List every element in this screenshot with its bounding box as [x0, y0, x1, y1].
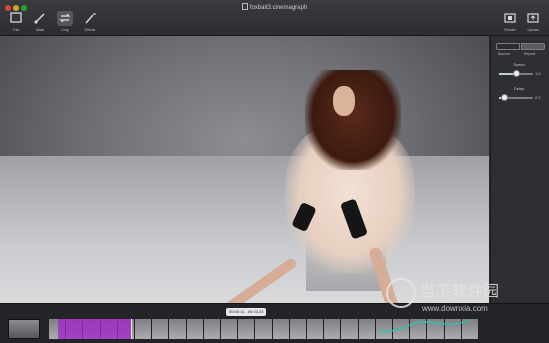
tool-mask-label: Mask — [35, 28, 45, 32]
upload-label: Upload — [527, 28, 539, 32]
repeat-mode-button[interactable] — [521, 43, 545, 50]
model-hair — [305, 70, 401, 170]
tool-mask-button[interactable]: Mask — [29, 11, 51, 34]
filmstrip-frame — [238, 319, 256, 339]
magic-wand-icon — [85, 12, 96, 24]
filmstrip-frame — [289, 319, 307, 339]
filmstrip-frame — [324, 319, 342, 339]
loop-settings-panel — [490, 36, 549, 303]
document-icon — [241, 3, 248, 10]
watermark: 当下软件园 www.downxia.com — [382, 270, 542, 326]
upload-button[interactable]: Upload — [522, 11, 544, 34]
watermark-url: www.downxia.com — [422, 304, 488, 313]
timecode-display: 00:00:11 - 00:03:23 — [226, 308, 267, 316]
render-icon — [504, 13, 516, 23]
filmstrip-frame — [255, 319, 273, 339]
app-window: foxbait3.cinemagraph Trim Mask Loop Effe… — [0, 0, 549, 343]
loop-selection-range[interactable] — [57, 319, 131, 339]
delay-slider-knob[interactable] — [500, 94, 508, 101]
delay-slider[interactable] — [499, 94, 533, 101]
tool-loop-button[interactable]: Loop — [54, 11, 76, 34]
tool-trim-label: Trim — [12, 28, 20, 32]
tool-trim-button[interactable]: Trim — [5, 11, 27, 34]
watermark-logo — [386, 278, 416, 308]
watermark-text: 当下软件园 — [420, 282, 501, 300]
delay-label: Delay — [513, 86, 525, 91]
filmstrip-frame — [307, 319, 325, 339]
filmstrip-frame — [152, 319, 170, 339]
model-face — [333, 86, 355, 116]
filmstrip-frame — [135, 319, 153, 339]
delay-value: 0.2 — [535, 95, 541, 100]
bounce-mode-label: Bounce — [498, 52, 510, 56]
speed-slider[interactable] — [499, 70, 533, 77]
filmstrip-frame — [272, 319, 290, 339]
filmstrip-frame — [341, 319, 359, 339]
still-frame-thumbnail[interactable] — [8, 319, 40, 339]
window-title: foxbait3.cinemagraph — [0, 3, 549, 11]
toolbar: foxbait3.cinemagraph Trim Mask Loop Effe… — [0, 0, 549, 36]
filmstrip-frame — [358, 319, 376, 339]
loop-mode-segmented-control: Bounce Repeat — [496, 43, 546, 56]
repeat-mode-label: Repeat — [524, 52, 536, 56]
filmstrip-frame — [186, 319, 204, 339]
render-label: Render — [504, 28, 516, 32]
filmstrip-frame — [169, 319, 187, 339]
preview-canvas[interactable] — [0, 36, 489, 303]
render-button[interactable]: Render — [499, 11, 521, 34]
crop-icon — [10, 12, 22, 23]
window-title-text: foxbait3.cinemagraph — [249, 5, 308, 11]
tool-effects-button[interactable]: Effects — [79, 11, 101, 34]
bounce-mode-button[interactable] — [496, 43, 520, 50]
filmstrip-frame — [203, 319, 221, 339]
tool-effects-label: Effects — [84, 28, 96, 32]
speed-value: 1.0 — [535, 71, 541, 76]
loop-icon — [59, 13, 71, 23]
tool-loop-label: Loop — [61, 28, 69, 32]
loop-end-marker[interactable] — [130, 319, 132, 339]
speed-label: Speed — [513, 62, 525, 67]
upload-icon — [527, 13, 539, 23]
filmstrip-frame — [221, 319, 239, 339]
brush-icon — [34, 13, 45, 24]
speed-slider-knob[interactable] — [512, 70, 520, 77]
